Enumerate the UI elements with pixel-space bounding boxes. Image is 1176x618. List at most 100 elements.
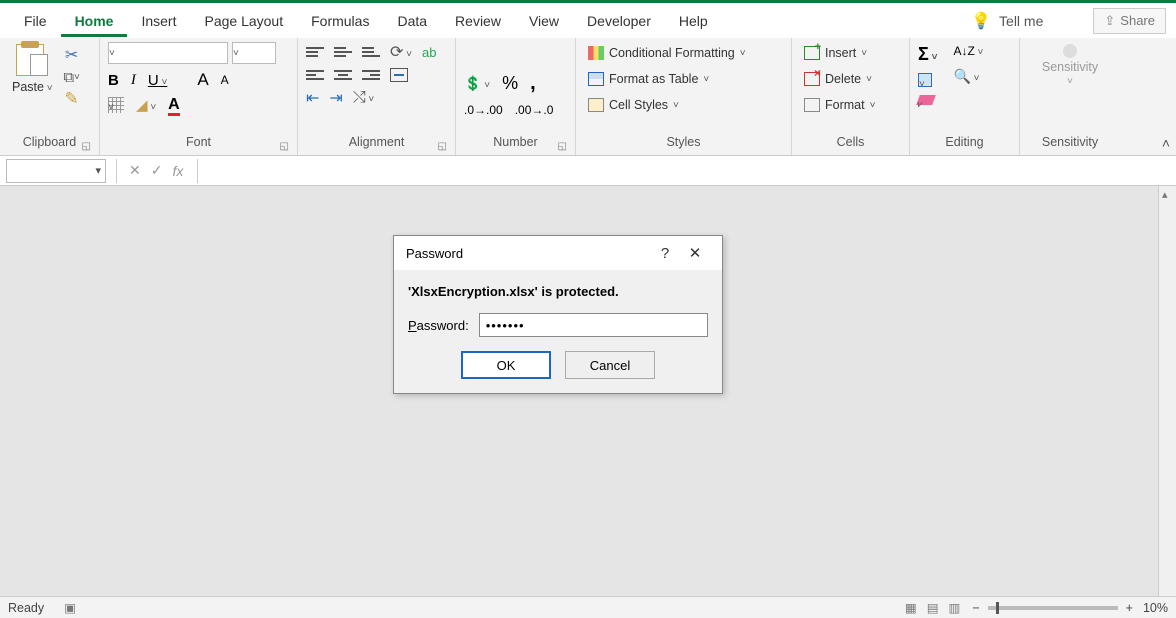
increase-indent-icon[interactable]: ⇥ [329,88,342,108]
format-as-table-button[interactable]: Format as Table [584,70,713,88]
cut-icon[interactable]: ✂ [63,46,81,64]
ok-button[interactable]: OK [461,351,551,379]
help-icon[interactable]: ? [650,245,680,262]
group-font: B I U A A ◢ A Font ◱ [100,38,298,155]
find-select-button[interactable]: 🔍 [953,68,983,85]
collapse-ribbon-icon[interactable]: ˄ [1162,135,1170,151]
decrease-indent-icon[interactable]: ⇤ [306,88,319,108]
conditional-formatting-icon [588,46,604,60]
name-box[interactable]: ▾ [6,159,106,183]
tab-formulas[interactable]: Formulas [297,5,383,37]
normal-view-icon[interactable]: ▦ [905,600,917,615]
tab-page-layout[interactable]: Page Layout [190,5,297,37]
fill-color-button[interactable]: ◢ [136,96,156,114]
enter-formula-icon[interactable]: ✓ [151,162,163,179]
sensitivity-icon [1063,44,1077,58]
percent-button[interactable]: % [502,73,518,94]
increase-decimal-button[interactable]: .0→.00 [464,103,503,117]
zoom-level[interactable]: 10% [1143,601,1168,615]
fill-button[interactable] [918,73,932,87]
tell-me-search[interactable]: 💡 Tell me [961,11,1053,31]
group-number: 💲 % , .0→.00 .00→.0 Number ◱ [456,38,576,155]
borders-button[interactable] [108,97,124,113]
align-middle-icon[interactable] [334,45,352,59]
autosum-button[interactable]: Σ [918,44,937,65]
share-button[interactable]: ⇪ Share [1093,8,1166,34]
font-color-button[interactable]: A [168,96,180,114]
zoom-in-icon[interactable]: + [1126,601,1133,615]
copy-icon[interactable]: ⧉ [63,68,81,86]
sensitivity-button[interactable]: Sensitivity ˅ [1038,42,1102,89]
shrink-font-button[interactable]: A [221,73,229,87]
orientation-dropdown[interactable]: ⤭ [353,89,374,107]
grow-font-button[interactable]: A [197,70,208,90]
format-cells-button[interactable]: Format [800,96,879,114]
tab-home[interactable]: Home [61,5,128,37]
delete-cells-button[interactable]: Delete [800,70,876,88]
lightbulb-icon: 💡 [971,11,991,31]
underline-button[interactable]: U [148,72,167,89]
group-sensitivity: Sensitivity ˅ Sensitivity [1020,38,1120,155]
align-center-icon[interactable] [334,68,352,82]
fx-icon[interactable]: fx [172,163,183,179]
decrease-decimal-button[interactable]: .00→.0 [515,103,554,117]
paste-button[interactable]: Paste [8,42,57,96]
dialog-message: 'XlsxEncryption.xlsx' is protected. [408,284,708,299]
group-editing: Σ A↓Z 🔍 Editing [910,38,1020,155]
page-break-view-icon[interactable]: ▥ [949,600,961,615]
formula-input[interactable] [197,159,1176,183]
insert-cells-button[interactable]: Insert [800,44,871,62]
number-launcher-icon[interactable]: ◱ [558,141,567,152]
dialog-titlebar[interactable]: Password ? ✕ [394,236,722,270]
format-painter-icon[interactable]: ✎ [63,90,81,108]
orientation-button[interactable]: ⟳ [390,42,412,62]
tab-file[interactable]: File [10,5,61,37]
page-layout-view-icon[interactable]: ▤ [927,600,939,615]
comma-style-button[interactable]: , [530,72,536,95]
bold-button[interactable]: B [108,72,119,89]
vertical-scrollbar[interactable]: ▴ [1158,186,1176,596]
conditional-formatting-button[interactable]: Conditional Formatting [584,44,750,62]
group-label-sensitivity: Sensitivity [1028,135,1112,153]
zoom-slider[interactable] [988,606,1118,610]
cancel-button[interactable]: Cancel [565,351,655,379]
font-size-combo[interactable] [232,42,276,64]
align-left-icon[interactable] [306,68,324,82]
scroll-up-icon[interactable]: ▴ [1162,188,1168,201]
table-icon [588,72,604,86]
font-name-combo[interactable] [108,42,228,64]
tab-data[interactable]: Data [383,5,441,37]
align-top-icon[interactable] [306,45,324,59]
merge-center-button[interactable] [390,68,408,82]
italic-button[interactable]: I [131,72,136,89]
format-icon [804,98,820,112]
align-right-icon[interactable] [362,68,380,82]
clear-button[interactable] [916,95,936,105]
cancel-formula-icon[interactable]: ✕ [129,162,141,179]
macro-record-icon[interactable]: ▣ [64,600,76,615]
dialog-title: Password [406,246,650,261]
sort-filter-button[interactable]: A↓Z [953,44,983,58]
group-label-clipboard: Clipboard ◱ [8,135,91,153]
tab-help[interactable]: Help [665,5,722,37]
cell-styles-button[interactable]: Cell Styles [584,96,683,114]
tab-review[interactable]: Review [441,5,515,37]
formula-bar: ▾ ✕ ✓ fx [0,156,1176,186]
close-icon[interactable]: ✕ [680,244,710,262]
wrap-text-button[interactable]: ab [422,45,436,60]
tab-developer[interactable]: Developer [573,5,665,37]
tab-insert[interactable]: Insert [127,5,190,37]
tab-view[interactable]: View [515,5,573,37]
alignment-launcher-icon[interactable]: ◱ [438,141,447,152]
password-input[interactable] [479,313,708,337]
align-bottom-icon[interactable] [362,45,380,59]
group-label-font: Font ◱ [108,135,289,153]
share-label: Share [1120,13,1155,28]
zoom-out-icon[interactable]: − [972,601,979,615]
clipboard-launcher-icon[interactable]: ◱ [82,141,91,152]
font-launcher-icon[interactable]: ◱ [280,141,289,152]
share-icon: ⇪ [1104,13,1115,29]
group-alignment: ⟳ ab ⇤ ⇥ ⤭ Alignment ◱ [298,38,456,155]
name-box-dropdown-icon[interactable]: ▾ [95,164,101,177]
accounting-format-button[interactable]: 💲 [464,75,490,92]
